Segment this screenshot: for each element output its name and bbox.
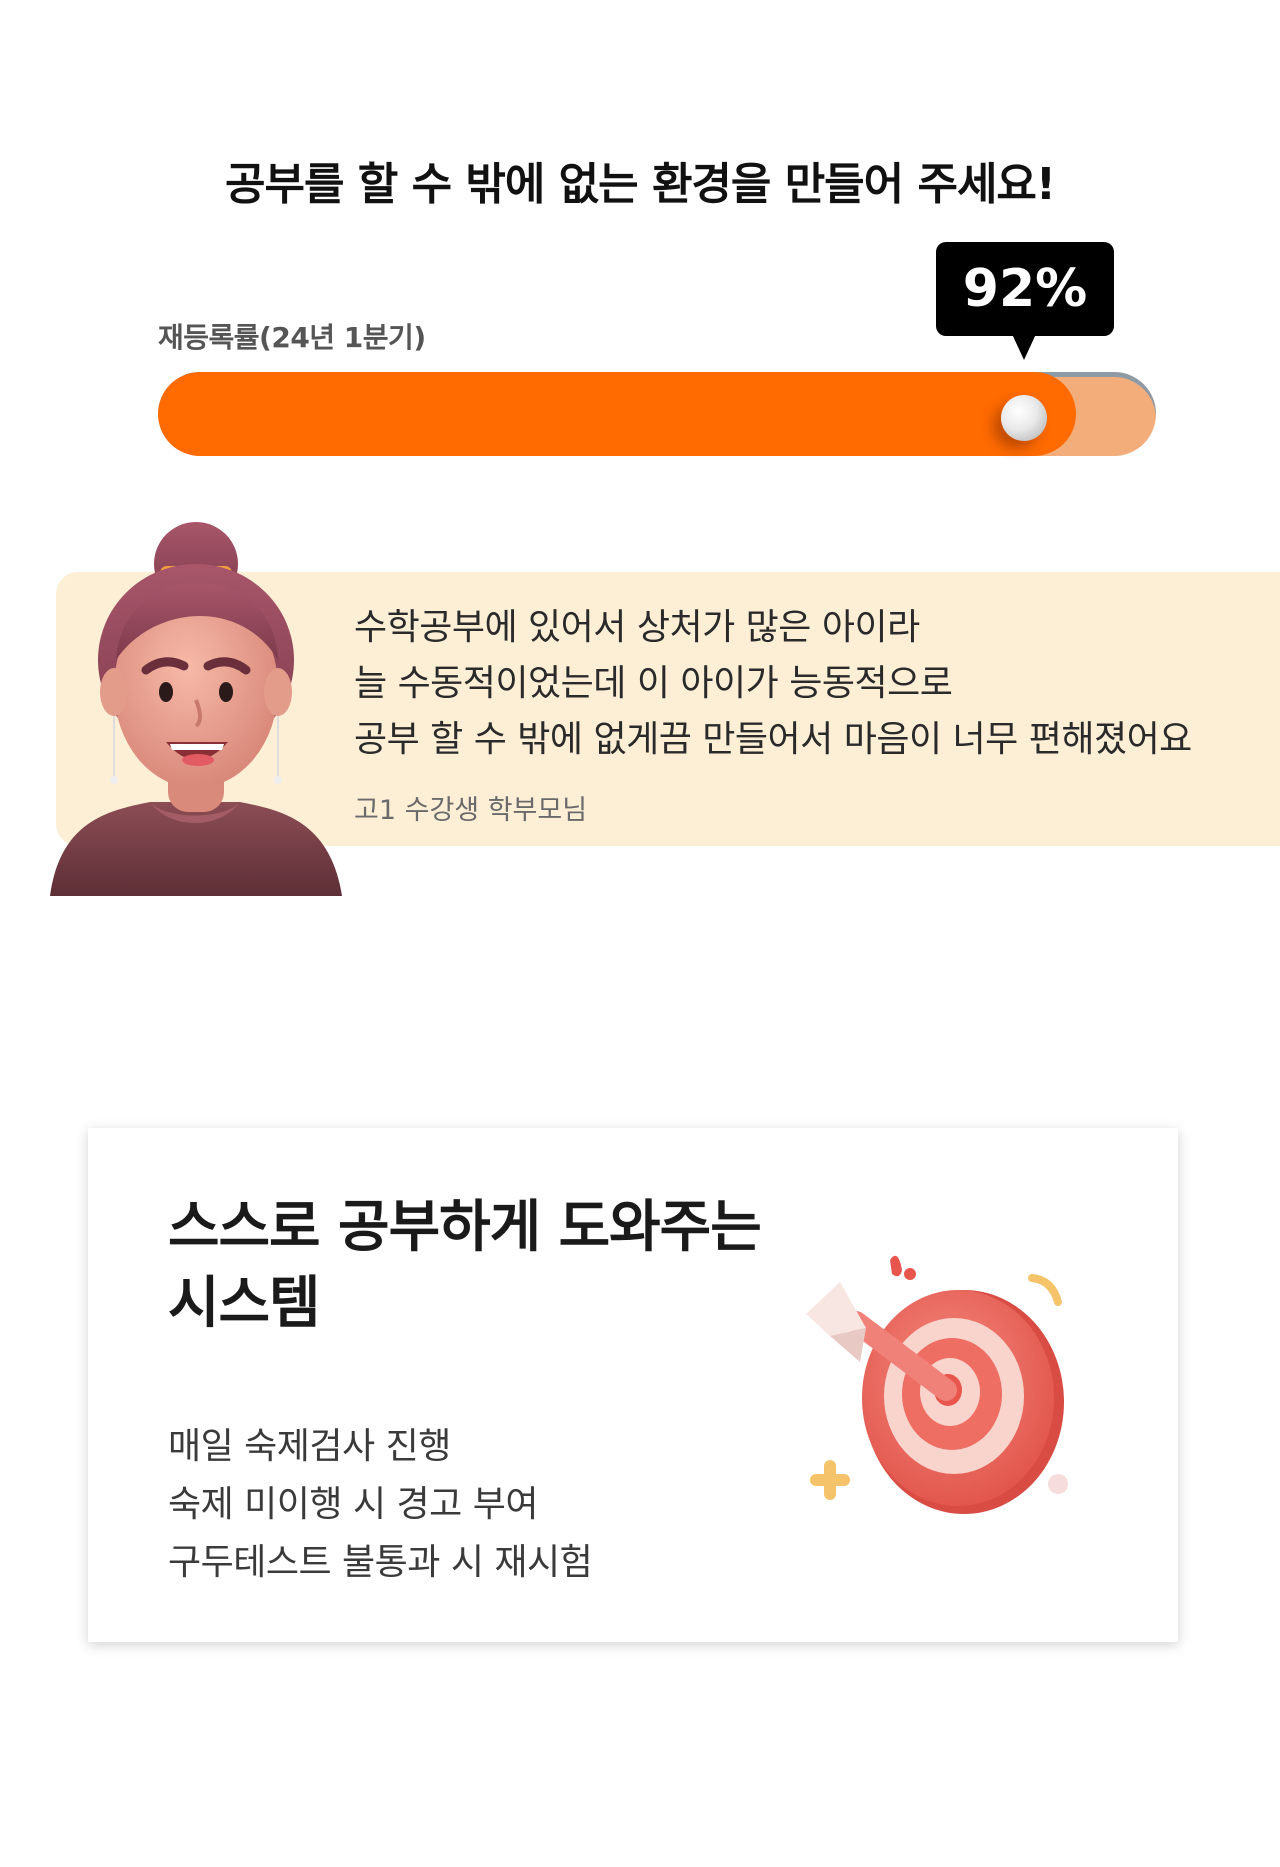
- quote-line: 늘 수동적이었는데 이 아이가 능동적으로: [354, 663, 953, 704]
- quote-line: 공부 할 수 밖에 없게끔 만들어서 마음이 너무 편해졌어요: [354, 719, 1192, 760]
- feature-title-line: 시스템: [168, 1271, 321, 1336]
- progress-knob: [1001, 395, 1047, 441]
- target-arrow-icon: [806, 1255, 1068, 1514]
- testimonial-quote: 수학공부에 있어서 상처가 많은 아이라 늘 수동적이었는데 이 아이가 능동적…: [354, 600, 1192, 768]
- feature-list: 매일 숙제검사 진행 숙제 미이행 시 경고 부여 구두테스트 불통과 시 재시…: [168, 1418, 593, 1592]
- feature-title-line: 스스로 공부하게 도와주는: [168, 1195, 762, 1260]
- feature-list-item: 숙제 미이행 시 경고 부여: [168, 1484, 538, 1525]
- rate-value: 92%: [962, 259, 1088, 319]
- rate-tooltip: 92%: [936, 242, 1114, 336]
- page-headline: 공부를 할 수 밖에 없는 환경을 만들어 주세요!: [225, 159, 1056, 210]
- progress-fill: [158, 372, 1076, 456]
- parent-avatar-icon: [50, 522, 342, 896]
- testimonial-author: 고1 수강생 학부모님: [354, 795, 588, 826]
- feature-list-item: 매일 숙제검사 진행: [168, 1426, 451, 1467]
- reregistration-rate-label: 재등록률(24년 1분기): [158, 321, 426, 354]
- feature-list-item: 구두테스트 불통과 시 재시험: [168, 1542, 593, 1583]
- tooltip-tail: [1012, 334, 1036, 360]
- feature-title: 스스로 공부하게 도와주는 시스템: [168, 1190, 762, 1342]
- quote-line: 수학공부에 있어서 상처가 많은 아이라: [354, 607, 920, 648]
